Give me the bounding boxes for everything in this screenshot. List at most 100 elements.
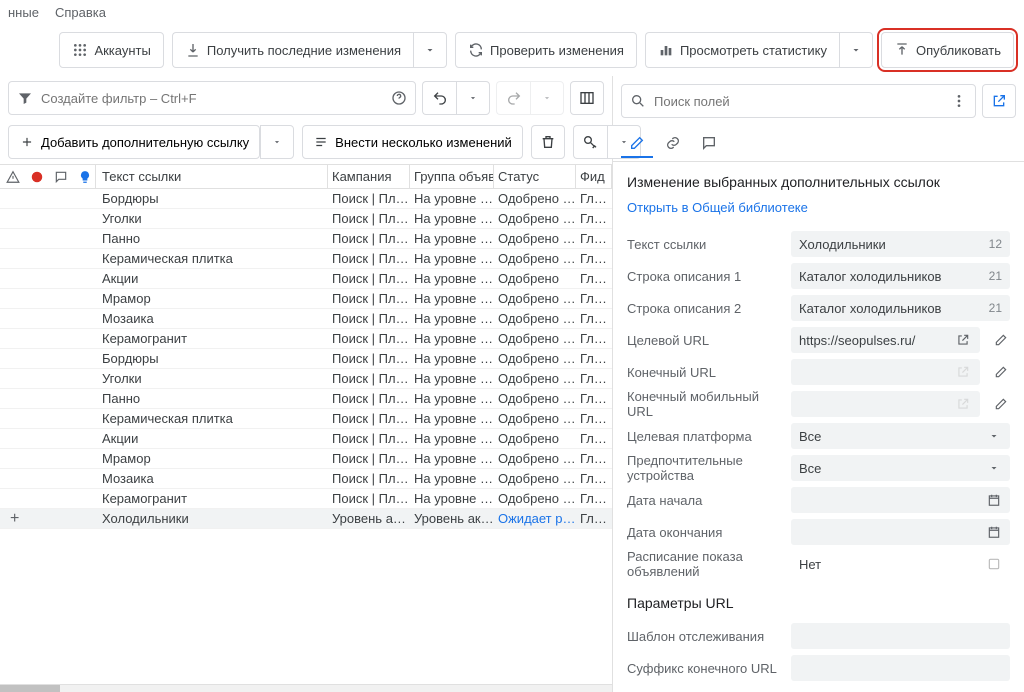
cell-status: Ожидает расс… xyxy=(494,511,576,526)
tab-edit[interactable] xyxy=(621,130,653,158)
value-final-url[interactable] xyxy=(791,359,980,385)
value-desc1[interactable]: Каталог холодильников 21 xyxy=(791,263,1010,289)
table-row[interactable]: Керамическая плиткаПоиск | Плитк…На уров… xyxy=(0,249,612,269)
table-row[interactable]: КерамогранитПоиск | Плитк…На уровне ка…О… xyxy=(0,489,612,509)
value-end-date[interactable] xyxy=(791,519,1010,545)
cell-text: Керамическая плитка xyxy=(96,411,328,426)
publish-button[interactable]: Опубликовать xyxy=(881,32,1014,68)
add-link-caret[interactable] xyxy=(260,125,294,159)
view-stats-button[interactable]: Просмотреть статистику xyxy=(645,32,839,68)
table-row[interactable]: БордюрыПоиск | Плитк…На уровне ка…Одобре… xyxy=(0,189,612,209)
get-changes-caret[interactable] xyxy=(413,32,447,68)
cell-campaign: Поиск | Плитк… xyxy=(328,411,410,426)
tab-link[interactable] xyxy=(657,130,689,158)
open-url-icon[interactable] xyxy=(954,331,972,349)
value-final-mobile-url[interactable] xyxy=(791,391,980,417)
table-row[interactable]: КерамогранитПоиск | Плитк…На уровне ка…О… xyxy=(0,329,612,349)
horizontal-scrollbar[interactable] xyxy=(0,684,612,692)
header-text[interactable]: Текст ссылки xyxy=(96,165,328,188)
columns-button[interactable] xyxy=(570,81,604,115)
get-changes-label: Получить последние изменения xyxy=(207,43,401,58)
edit-url-icon[interactable] xyxy=(992,363,1010,381)
cell-text: Акции xyxy=(96,271,328,286)
menu-item[interactable]: нные xyxy=(8,5,39,20)
redo-button[interactable] xyxy=(496,81,530,115)
value-tracking[interactable] xyxy=(791,623,1010,649)
table-row[interactable]: +ХолодильникиУровень акка…Уровень акка…О… xyxy=(0,509,612,529)
cell-campaign: Поиск | Плитк… xyxy=(328,371,410,386)
bulk-edit-button[interactable]: Внести несколько изменений xyxy=(302,125,523,159)
label-devices: Предпочтительные устройства xyxy=(627,453,783,483)
value-platform[interactable]: Все xyxy=(791,423,1010,449)
accounts-button[interactable]: Аккаунты xyxy=(59,32,163,68)
table-row[interactable]: УголкиПоиск | Плитк…На уровне ка…Одобрен… xyxy=(0,209,612,229)
table-row[interactable]: ПанноПоиск | Плитк…На уровне ка…Одобрено… xyxy=(0,389,612,409)
open-external-button[interactable] xyxy=(982,84,1016,118)
table-row[interactable]: АкцииПоиск | Плитк…На уровне ка…Одобрено… xyxy=(0,269,612,289)
table-row[interactable]: БордюрыПоиск | Плитк…На уровне ка…Одобре… xyxy=(0,349,612,369)
tab-comment[interactable] xyxy=(693,130,725,158)
caret-down-icon xyxy=(848,42,864,58)
field-search-container[interactable] xyxy=(621,84,976,118)
cell-status: Одобрено (с о… xyxy=(494,251,576,266)
label-desc1: Строка описания 1 xyxy=(627,269,783,284)
right-pane: Изменение выбранных дополнительных ссыло… xyxy=(613,76,1024,692)
undo-button[interactable] xyxy=(422,81,456,115)
cell-campaign: Поиск | Плитк… xyxy=(328,311,410,326)
view-stats-caret[interactable] xyxy=(839,32,873,68)
add-link-button[interactable]: Добавить дополнительную ссылку xyxy=(8,125,260,159)
value-start-date[interactable] xyxy=(791,487,1010,513)
cell-feed: Главн… xyxy=(576,411,612,426)
header-feed[interactable]: Фид xyxy=(576,165,612,188)
caret-down-icon xyxy=(986,428,1002,444)
header-campaign[interactable]: Кампания xyxy=(328,165,410,188)
field-search-input[interactable] xyxy=(654,94,943,109)
checkbox-icon[interactable] xyxy=(986,556,1002,572)
value-desc2[interactable]: Каталог холодильников 21 xyxy=(791,295,1010,321)
bulk-edit-label: Внести несколько изменений xyxy=(335,135,512,150)
header-status[interactable]: Статус xyxy=(494,165,576,188)
more-icon[interactable] xyxy=(951,93,967,109)
table-row[interactable]: МозаикаПоиск | Плитк…На уровне ка…Одобре… xyxy=(0,469,612,489)
value-schedule[interactable]: Нет xyxy=(791,551,1010,577)
table-row[interactable]: МраморПоиск | Плитк…На уровне ка…Одобрен… xyxy=(0,449,612,469)
cell-group: На уровне ка… xyxy=(410,431,494,446)
table-row[interactable]: АкцииПоиск | Плитк…На уровне ка…Одобрено… xyxy=(0,429,612,449)
edit-url-icon[interactable] xyxy=(992,331,1010,349)
value-devices[interactable]: Все xyxy=(791,455,1010,481)
caret-down-icon xyxy=(986,460,1002,476)
cell-group: На уровне ка… xyxy=(410,191,494,206)
value-link-text[interactable]: Холодильники 12 xyxy=(791,231,1010,257)
value-suffix[interactable] xyxy=(791,655,1010,681)
table-row[interactable]: ПанноПоиск | Плитк…На уровне ка…Одобрено… xyxy=(0,229,612,249)
replace-button[interactable] xyxy=(573,125,607,159)
table-row[interactable]: УголкиПоиск | Плитк…На уровне ка…Одобрен… xyxy=(0,369,612,389)
caret-down-icon xyxy=(269,134,285,150)
cell-campaign: Поиск | Плитк… xyxy=(328,271,410,286)
table-row[interactable]: Керамическая плиткаПоиск | Плитк…На уров… xyxy=(0,409,612,429)
undo-caret[interactable] xyxy=(456,81,490,115)
cell-text: Панно xyxy=(96,231,328,246)
menu-item-help[interactable]: Справка xyxy=(55,5,106,20)
filter-input-container[interactable] xyxy=(8,81,416,115)
label-link-text: Текст ссылки xyxy=(627,237,783,252)
view-stats-label: Просмотреть статистику xyxy=(680,43,827,58)
bar-chart-icon xyxy=(658,42,674,58)
filter-input[interactable] xyxy=(41,91,383,106)
value-target-url[interactable]: https://seopulses.ru/ xyxy=(791,327,980,353)
delete-button[interactable] xyxy=(531,125,565,159)
open-library-link[interactable]: Открыть в Общей библиотеке xyxy=(627,200,808,215)
get-changes-button[interactable]: Получить последние изменения xyxy=(172,32,413,68)
redo-caret[interactable] xyxy=(530,81,564,115)
pencil-icon xyxy=(629,135,645,151)
help-icon[interactable] xyxy=(391,90,407,106)
trash-icon xyxy=(540,134,556,150)
cell-text: Керамическая плитка xyxy=(96,251,328,266)
edit-url-icon[interactable] xyxy=(992,395,1010,413)
cell-status: Одобрено (с о… xyxy=(494,191,576,206)
label-platform: Целевая платформа xyxy=(627,429,783,444)
table-row[interactable]: МозаикаПоиск | Плитк…На уровне ка…Одобре… xyxy=(0,309,612,329)
header-group[interactable]: Группа объявл… xyxy=(410,165,494,188)
check-changes-button[interactable]: Проверить изменения xyxy=(455,32,637,68)
table-row[interactable]: МраморПоиск | Плитк…На уровне ка…Одобрен… xyxy=(0,289,612,309)
